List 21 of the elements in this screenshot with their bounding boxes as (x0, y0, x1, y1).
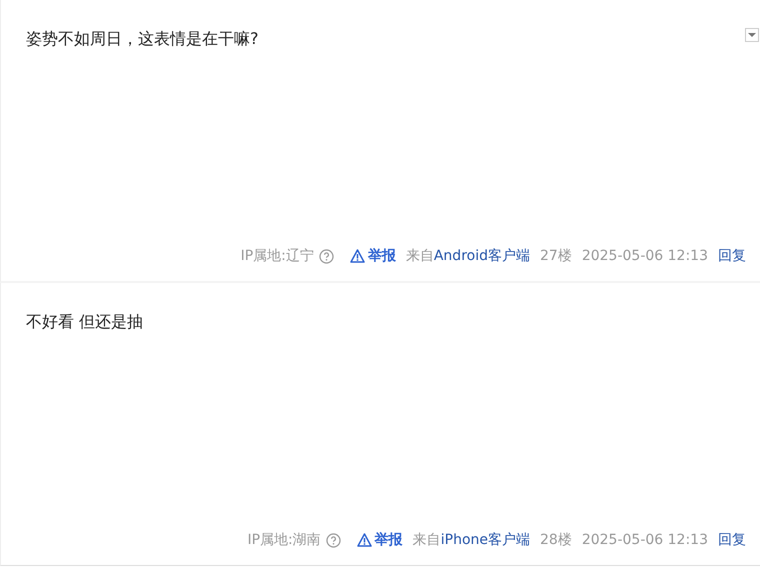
source-label: 来自 (406, 247, 434, 265)
help-icon[interactable] (318, 248, 334, 264)
warning-icon (356, 533, 372, 547)
post-time: 2025-05-06 12:13 (582, 532, 708, 548)
client-link[interactable]: iPhone客户端 (440, 531, 530, 549)
source-label: 来自 (412, 531, 441, 549)
post-text: 不好看 但还是抽 (26, 311, 144, 333)
warning-icon (350, 249, 365, 263)
report-link[interactable]: 举报 (350, 247, 396, 265)
dropdown-icon[interactable] (745, 28, 759, 42)
floor-number: 27楼 (540, 247, 572, 265)
report-link[interactable]: 举报 (356, 531, 403, 549)
help-icon[interactable] (326, 532, 341, 548)
ip-location: IP属地:辽宁 (240, 247, 314, 265)
post-text: 姿势不如周日，这表情是在干嘛? (26, 28, 258, 50)
ip-location: IP属地:湖南 (247, 531, 321, 549)
post-time: 2025-05-06 12:13 (582, 248, 708, 264)
client-link[interactable]: Android客户端 (434, 247, 530, 265)
reply-link[interactable]: 回复 (718, 531, 746, 549)
reply-link[interactable]: 回复 (718, 247, 746, 265)
floor-number: 28楼 (540, 531, 572, 549)
